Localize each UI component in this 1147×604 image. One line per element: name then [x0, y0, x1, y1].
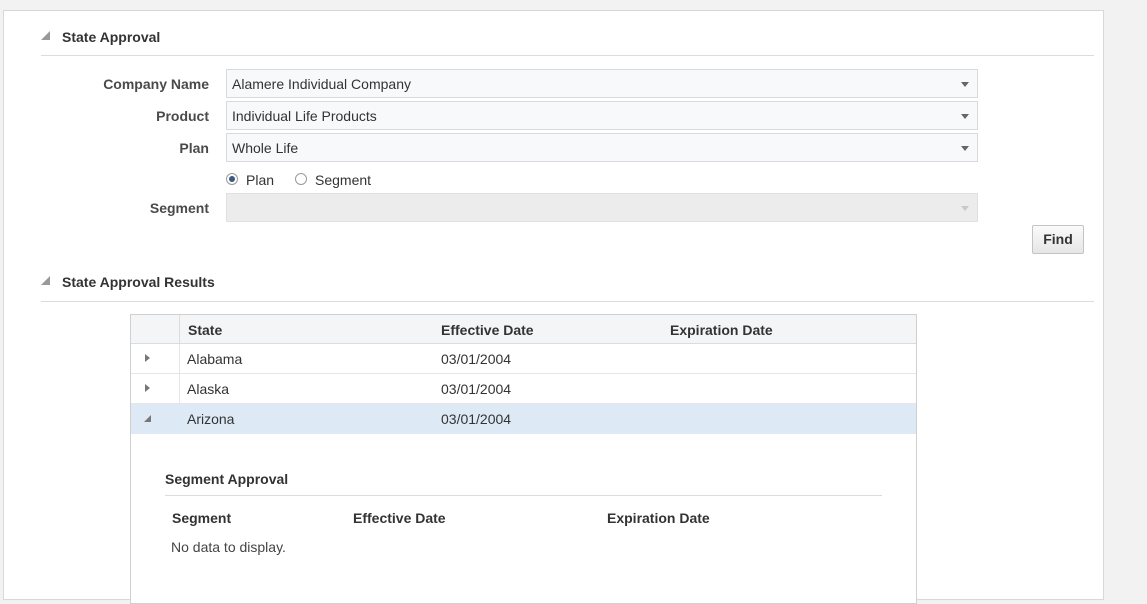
collapse-triangle-down-icon[interactable]	[144, 415, 151, 422]
effective-date-cell: 03/01/2004	[441, 381, 512, 397]
column-header-effective-date[interactable]: Effective Date	[353, 510, 446, 526]
column-separator	[179, 344, 180, 373]
company-name-label: Company Name	[103, 76, 209, 92]
segment-approval-title: Segment Approval	[165, 471, 289, 487]
empty-message: No data to display.	[171, 539, 286, 555]
radio-segment[interactable]: Segment	[295, 171, 385, 189]
state-cell: Arizona	[187, 411, 235, 427]
expand-chevron-right-icon[interactable]	[145, 384, 150, 392]
radio-plan[interactable]: Plan	[226, 171, 286, 189]
table-row[interactable]: Alabama 03/01/2004	[131, 344, 916, 374]
section-divider	[41, 55, 1094, 56]
segment-approval-divider	[165, 495, 882, 496]
section-divider	[41, 301, 1094, 302]
table-header: State Effective Date Expiration Date	[131, 315, 916, 344]
collapse-triangle-icon[interactable]	[41, 276, 50, 285]
section-title: State Approval Results	[62, 274, 215, 290]
radio-plan-button[interactable]	[226, 173, 238, 185]
product-value: Individual Life Products	[232, 108, 377, 124]
chevron-down-icon[interactable]	[961, 82, 969, 87]
column-separator	[179, 315, 180, 344]
radio-segment-label: Segment	[315, 172, 372, 188]
segment-select[interactable]	[226, 193, 978, 222]
segment-label: Segment	[149, 200, 209, 216]
radio-segment-button[interactable]	[295, 173, 307, 185]
chevron-down-icon[interactable]	[961, 114, 969, 119]
results-table: State Effective Date Expiration Date Ala…	[130, 314, 917, 604]
state-approval-header[interactable]: State Approval	[41, 29, 1094, 51]
plan-select[interactable]: Whole Life	[226, 133, 978, 162]
find-button[interactable]: Find	[1032, 225, 1084, 254]
column-header-expiration-date[interactable]: Expiration Date	[607, 510, 710, 526]
column-separator	[179, 374, 180, 403]
state-cell: Alabama	[187, 351, 243, 367]
effective-date-cell: 03/01/2004	[441, 411, 512, 427]
company-name-select[interactable]: Alamere Individual Company	[226, 69, 978, 98]
column-header-effective-date[interactable]: Effective Date	[441, 322, 534, 338]
expand-chevron-right-icon[interactable]	[145, 354, 150, 362]
effective-date-cell: 03/01/2004	[441, 351, 512, 367]
chevron-down-icon[interactable]	[961, 146, 969, 151]
main-panel: State Approval Company Name Alamere Indi…	[3, 10, 1104, 604]
column-header-expiration-date[interactable]: Expiration Date	[670, 322, 773, 338]
results-header[interactable]: State Approval Results	[41, 274, 1094, 296]
chevron-down-icon	[961, 206, 969, 211]
plan-label: Plan	[179, 140, 209, 156]
collapse-triangle-icon[interactable]	[41, 31, 50, 40]
column-header-segment[interactable]: Segment	[172, 510, 231, 526]
section-title: State Approval	[62, 29, 161, 45]
product-select[interactable]: Individual Life Products	[226, 101, 978, 130]
company-name-value: Alamere Individual Company	[232, 76, 411, 92]
table-row[interactable]: Alaska 03/01/2004	[131, 374, 916, 404]
column-header-state[interactable]: State	[188, 322, 222, 338]
product-label: Product	[156, 108, 209, 124]
state-cell: Alaska	[187, 381, 230, 397]
table-row-selected[interactable]: Arizona 03/01/2004	[131, 404, 916, 434]
plan-value: Whole Life	[232, 140, 299, 156]
radio-plan-label: Plan	[246, 172, 275, 188]
